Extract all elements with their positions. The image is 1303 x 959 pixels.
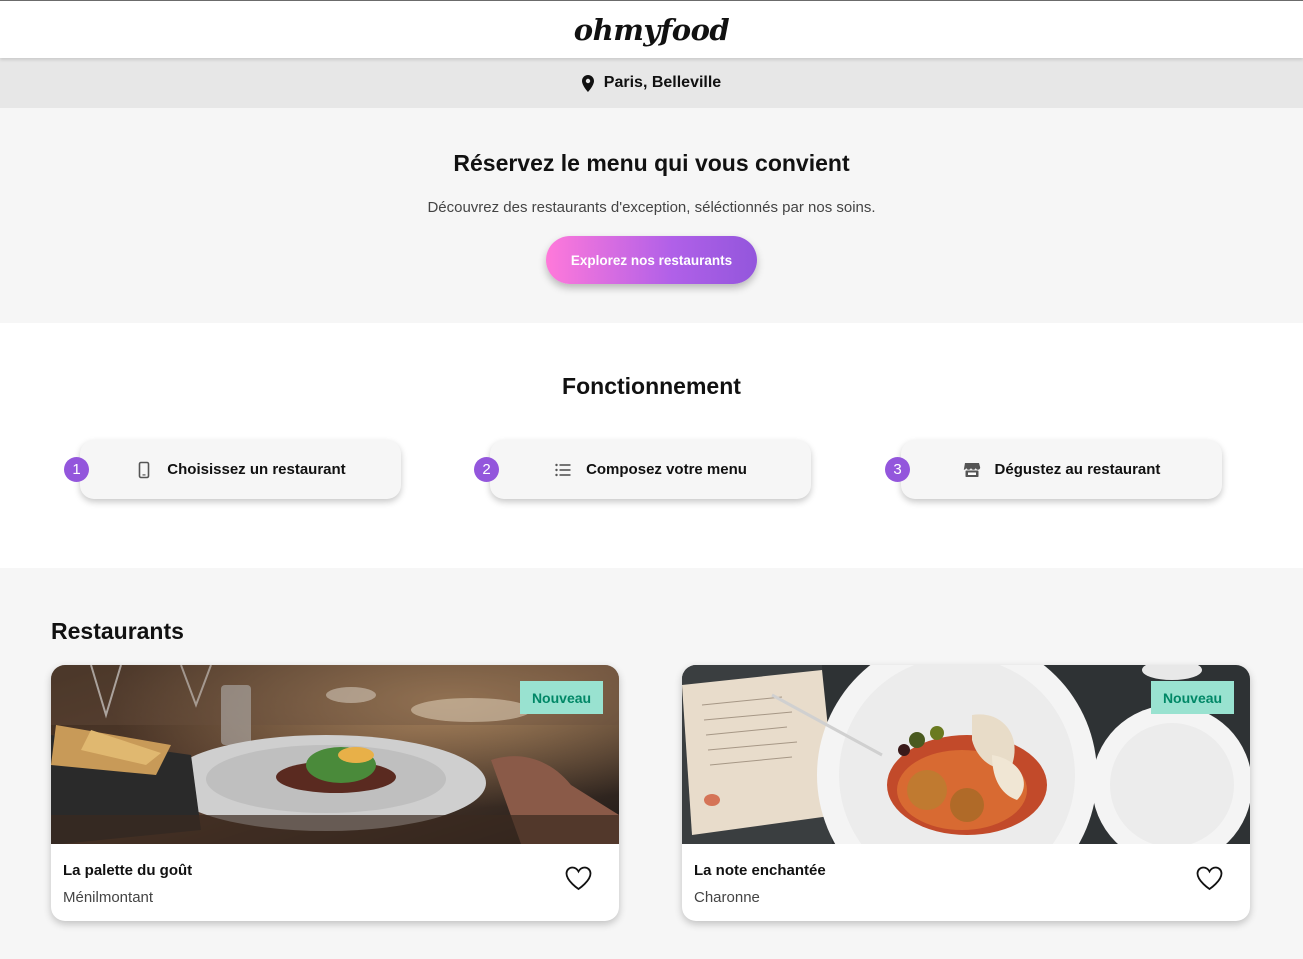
step-label: Composez votre menu: [586, 461, 747, 478]
step-number-badge: 3: [885, 457, 910, 482]
hero-section: Réservez le menu qui vous convient Décou…: [0, 108, 1303, 323]
restaurant-area: Ménilmontant: [63, 889, 154, 906]
new-badge: Nouveau: [520, 681, 603, 714]
restaurant-card-note-enchantee[interactable]: Nouveau La note enchantée Charonne: [682, 665, 1250, 921]
step-label: Dégustez au restaurant: [994, 461, 1161, 478]
restaurant-photo: Nouveau: [682, 665, 1250, 844]
list-icon: [555, 463, 571, 476]
restaurant-photo: Nouveau: [51, 665, 619, 844]
site-header: ohmyfood: [0, 0, 1303, 58]
mobile-phone-icon: [138, 461, 150, 478]
restaurant-card-palette-du-gout[interactable]: Nouveau La palette du goût Ménilmontant: [51, 665, 619, 921]
hero-subtitle: Découvrez des restaurants d'exception, s…: [427, 199, 876, 216]
store-icon: [963, 462, 980, 477]
how-it-works-section: Fonctionnement 1 Choisissez un restauran…: [0, 323, 1303, 568]
explore-restaurants-button[interactable]: Explorez nos restaurants: [546, 236, 757, 284]
location-text: Paris, Belleville: [603, 74, 722, 91]
hero-title: Réservez le menu qui vous convient: [453, 150, 850, 176]
site-logo[interactable]: ohmyfood: [574, 13, 730, 47]
step-choose-restaurant: 1 Choisissez un restaurant: [64, 440, 401, 499]
step-taste-restaurant: 3 Dégustez au restaurant: [885, 440, 1222, 499]
restaurants-section: Restaurants Nouveau La palette du goût M…: [0, 568, 1303, 959]
step-compose-menu: 2 Composez votre menu: [474, 440, 811, 499]
heart-outline-icon[interactable]: [1196, 866, 1223, 891]
restaurants-title: Restaurants: [51, 618, 184, 644]
step-label: Choisissez un restaurant: [167, 461, 346, 478]
restaurant-name: La note enchantée: [694, 862, 826, 879]
restaurant-name: La palette du goût: [63, 862, 193, 879]
step-number-badge: 2: [474, 457, 499, 482]
location-bar: Paris, Belleville: [0, 58, 1303, 108]
restaurant-area: Charonne: [694, 889, 760, 906]
new-badge: Nouveau: [1151, 681, 1234, 714]
step-number-badge: 1: [64, 457, 89, 482]
heart-outline-icon[interactable]: [565, 866, 592, 891]
location-pin-icon: [581, 74, 594, 92]
how-it-works-title: Fonctionnement: [562, 373, 741, 399]
